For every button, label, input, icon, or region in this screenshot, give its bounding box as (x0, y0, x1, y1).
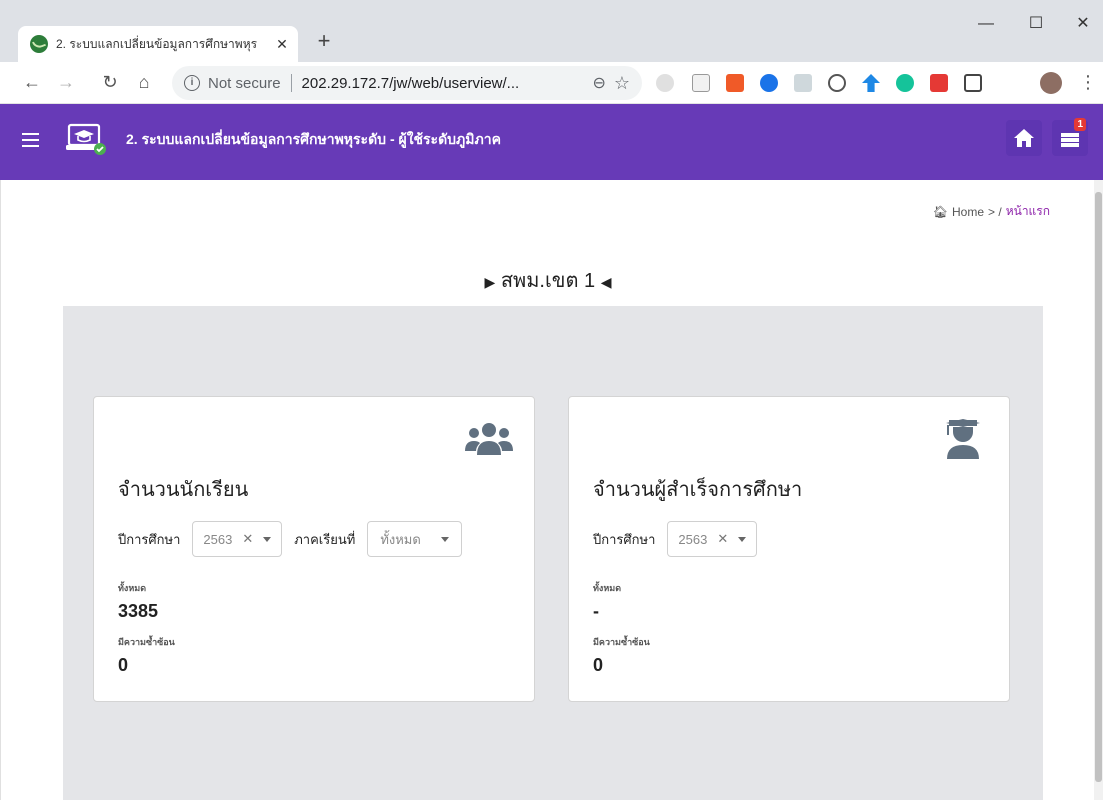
profile-avatar[interactable] (1040, 72, 1062, 94)
total-label: ทั้งหมด (593, 583, 622, 593)
forward-arrow-icon[interactable]: → (54, 70, 78, 94)
tab-title: 2. ระบบแลกเปลี่ยนข้อมูลการศึกษาพหุร (56, 36, 258, 51)
year-select-value: 2563 (203, 531, 233, 547)
extension-grammarly-icon[interactable] (896, 74, 914, 92)
extension-upload-icon[interactable] (862, 74, 880, 92)
home-small-icon: 🏠︎ (932, 204, 948, 219)
filter-row: ปีการศึกษา 2563 ✕ ภาคเรียนที่ ทั้งหมด (118, 521, 462, 557)
term-label: ภาคเรียนที่ (294, 531, 356, 547)
extension-doc-icon[interactable] (692, 74, 710, 92)
scrollbar-thumb[interactable] (1095, 192, 1102, 782)
filter-row: ปีการศึกษา 2563 ✕ (593, 521, 758, 557)
year-label: ปีการศึกษา (118, 531, 181, 547)
browser-tab[interactable]: 2. ระบบแลกเปลี่ยนข้อมูลการศึกษาพหุร ✕ (18, 26, 298, 62)
url-text[interactable]: 202.29.172.7/jw/web/userview/... (302, 75, 585, 92)
info-icon[interactable]: i (184, 75, 200, 91)
breadcrumb-separator: > / (988, 204, 1002, 219)
notification-badge: 1 (1074, 118, 1086, 131)
reload-icon[interactable]: ↻ (98, 70, 122, 94)
caret-left-icon: ◀ (600, 274, 612, 290)
security-label: Not secure (208, 74, 281, 92)
app-logo-icon (66, 123, 106, 155)
duplicate-value: 0 (118, 655, 129, 675)
total-value: - (593, 601, 599, 621)
app-header: 2. ระบบแลกเปลี่ยนข้อมูลการศึกษาพหุระดับ … (0, 104, 1103, 180)
clear-icon[interactable]: ✕ (242, 531, 253, 547)
back-arrow-icon[interactable]: ← (20, 70, 44, 94)
duplicate-label: มีความซ้ำซ้อน (118, 637, 175, 647)
extension-sc-icon[interactable] (726, 74, 744, 92)
extension-blue-icon[interactable] (760, 74, 778, 92)
tab-close-icon[interactable]: ✕ (274, 36, 290, 53)
card-title: จำนวนผู้สำเร็จการศึกษา (593, 479, 803, 501)
minimize-button[interactable]: — (963, 10, 1009, 40)
page-scrollbar[interactable] (1094, 180, 1103, 800)
duplicate-value: 0 (593, 655, 604, 675)
site-favicon-icon (30, 35, 48, 53)
home-button[interactable] (1006, 120, 1042, 156)
breadcrumb-current[interactable]: หน้าแรก (1006, 202, 1050, 221)
breadcrumb: 🏠︎ Home > / หน้าแรก (933, 202, 1050, 221)
chevron-down-icon[interactable] (440, 536, 449, 542)
chevron-down-icon[interactable] (738, 536, 747, 542)
home-icon (1014, 129, 1034, 147)
caret-right-icon: ▶ (484, 274, 496, 290)
term-select-value: ทั้งหมด (380, 531, 421, 547)
clear-icon[interactable]: ✕ (717, 531, 728, 547)
address-separator (290, 74, 292, 92)
extension-pdf-icon[interactable] (794, 74, 812, 92)
year-select-value: 2563 (678, 531, 708, 547)
year-label: ปีการศึกษา (593, 531, 656, 547)
section-title-text: สพม.เขต 1 (500, 270, 596, 292)
dashboard-panel: จำนวนนักเรียน ปีการศึกษา 2563 ✕ ภาคเรียน… (63, 306, 1043, 800)
maximize-button[interactable]: ☐ (1013, 10, 1059, 40)
extension-chat-icon[interactable] (656, 74, 674, 92)
breadcrumb-home[interactable]: Home (952, 205, 984, 219)
hamburger-menu-icon[interactable] (22, 133, 39, 147)
app-title: 2. ระบบแลกเปลี่ยนข้อมูลการศึกษาพหุระดับ … (126, 131, 501, 147)
address-bar[interactable]: i Not secure 202.29.172.7/jw/web/uservie… (172, 66, 642, 100)
year-select[interactable]: 2563 ✕ (192, 521, 283, 557)
graduates-card: จำนวนผู้สำเร็จการศึกษา ปีการศึกษา 2563 ✕… (568, 396, 1010, 702)
zoom-icon[interactable]: ⊖ (592, 73, 605, 93)
total-value: 3385 (118, 601, 159, 621)
menu-kebab-icon[interactable]: ⋮ (1076, 70, 1100, 94)
year-select[interactable]: 2563 ✕ (667, 521, 758, 557)
home-icon[interactable]: ⌂ (132, 70, 156, 94)
notifications-button[interactable]: 1 (1052, 118, 1088, 156)
duplicate-label: มีความซ้ำซ้อน (593, 637, 650, 647)
close-window-button[interactable]: ✕ (1060, 10, 1103, 40)
extension-red-icon[interactable] (930, 74, 948, 92)
bookmark-star-icon[interactable]: ☆ (614, 73, 630, 94)
card-title: จำนวนนักเรียน (118, 479, 249, 501)
chevron-down-icon[interactable] (263, 536, 272, 542)
browser-tabstrip: 2. ระบบแลกเปลี่ยนข้อมูลการศึกษาพหุร ✕ + … (0, 0, 1103, 62)
extension-grid-icon[interactable] (964, 74, 982, 92)
browser-toolbar: ← → ↻ ⌂ i Not secure 202.29.172.7/jw/web… (0, 62, 1103, 104)
extension-gauge-icon[interactable] (828, 74, 846, 92)
section-title: ▶ สพม.เขต 1 ◀ (1, 264, 1095, 296)
users-icon (465, 423, 513, 455)
students-card: จำนวนนักเรียน ปีการศึกษา 2563 ✕ ภาคเรียน… (93, 396, 535, 702)
total-label: ทั้งหมด (118, 583, 147, 593)
new-tab-button[interactable]: + (310, 28, 338, 54)
term-select[interactable]: ทั้งหมด (367, 521, 462, 557)
main-content: 🏠︎ Home > / หน้าแรก ▶ สพม.เขต 1 ◀ จำนวนน… (0, 180, 1094, 800)
graduate-icon (946, 419, 980, 459)
